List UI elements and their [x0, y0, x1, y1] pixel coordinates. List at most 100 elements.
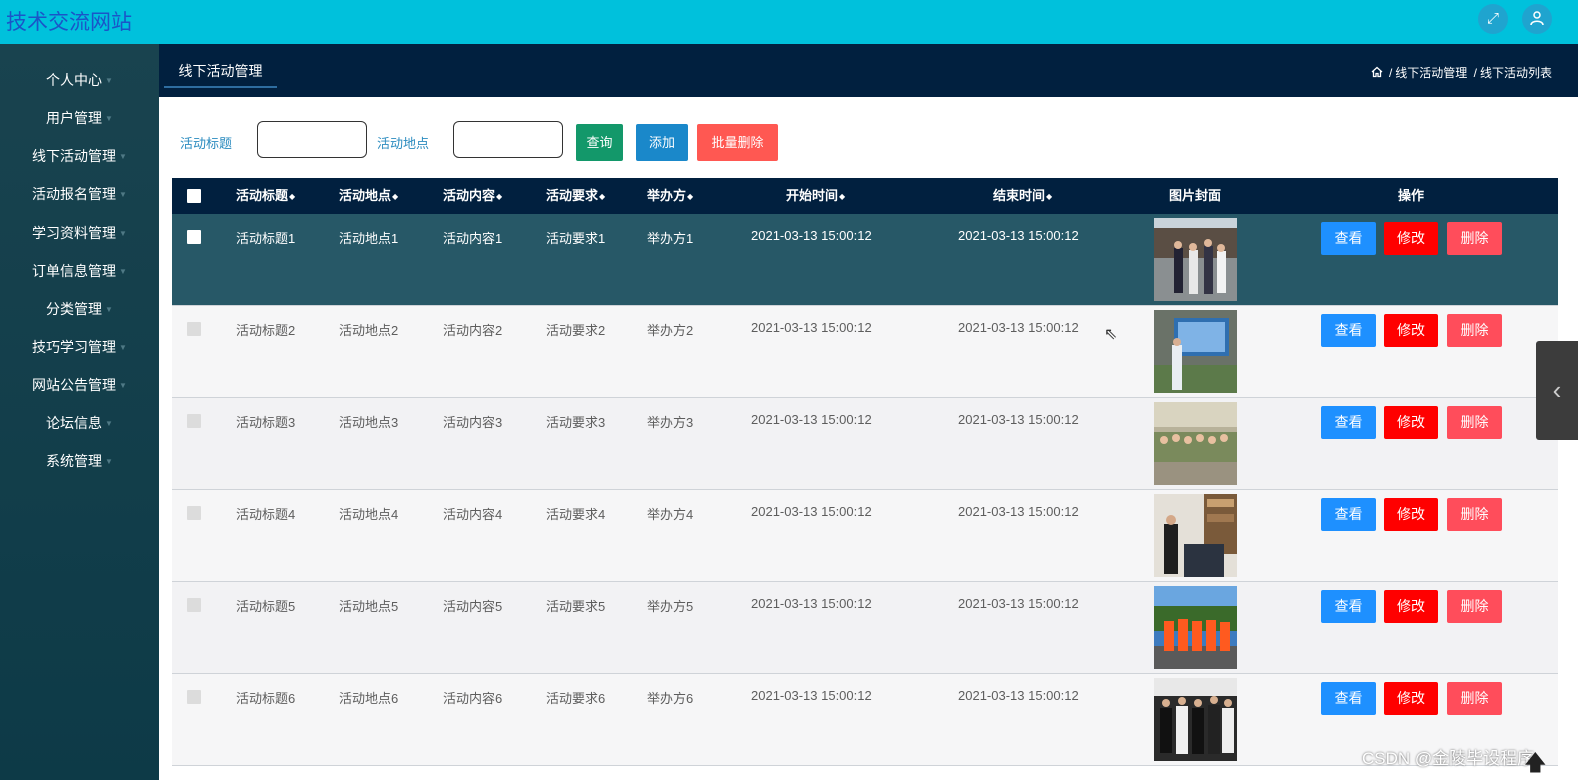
- sidebar-item-category[interactable]: 分类管理 ▼: [0, 290, 159, 328]
- sidebar-item-activity-signup[interactable]: 活动报名管理 ▼: [0, 175, 159, 213]
- query-button[interactable]: 查询: [576, 124, 623, 161]
- top-bar: 技术交流网站 ⤢: [0, 0, 1578, 44]
- column-header-requirement[interactable]: 活动要求◆: [546, 178, 605, 214]
- sort-icon[interactable]: ◆: [839, 192, 845, 201]
- sidebar-item-label: 订单信息管理: [32, 263, 117, 279]
- row-checkbox[interactable]: [187, 690, 201, 704]
- column-header-start-time[interactable]: 开始时间◆: [786, 178, 845, 214]
- mouse-cursor-icon: ⇖: [1104, 326, 1118, 343]
- batch-delete-button[interactable]: 批量删除: [697, 124, 778, 161]
- cell-start-time: 2021-03-13 15:00:12: [751, 596, 872, 611]
- table-row[interactable]: 活动标题1 活动地点1 活动内容1 活动要求1 举办方1 2021-03-13 …: [172, 214, 1558, 306]
- cell-content: 活动内容2: [443, 323, 503, 338]
- cell-title: 活动标题4: [236, 507, 296, 522]
- sidebar-item-announcements[interactable]: 网站公告管理 ▼: [0, 366, 159, 404]
- sub-nav-bar: 线下活动管理 / 线下活动管理 / 线下活动列表: [159, 44, 1578, 97]
- delete-button[interactable]: 删除: [1447, 590, 1502, 623]
- side-panel-toggle[interactable]: ‹: [1536, 341, 1578, 440]
- table-row[interactable]: 活动标题3 活动地点3 活动内容3 活动要求3 举办方3 2021-03-13 …: [172, 398, 1558, 490]
- view-button[interactable]: 查看: [1321, 314, 1376, 347]
- select-all-checkbox[interactable]: [187, 189, 201, 203]
- table-row[interactable]: 活动标题4 活动地点4 活动内容4 活动要求4 举办方4 2021-03-13 …: [172, 490, 1558, 582]
- sort-icon[interactable]: ◆: [496, 192, 502, 201]
- column-header-location[interactable]: 活动地点◆: [339, 178, 398, 214]
- user-icon[interactable]: [1522, 4, 1552, 34]
- edit-button[interactable]: 修改: [1384, 590, 1438, 623]
- sidebar-item-label: 分类管理: [46, 301, 103, 317]
- caret-down-icon: ▼: [119, 343, 127, 352]
- delete-button[interactable]: 删除: [1447, 498, 1502, 531]
- edit-button[interactable]: 修改: [1384, 222, 1438, 255]
- cell-location: 活动地点1: [339, 231, 399, 246]
- breadcrumb-item[interactable]: 线下活动管理: [1395, 66, 1467, 80]
- delete-button[interactable]: 删除: [1447, 222, 1502, 255]
- activity-location-input[interactable]: [453, 121, 563, 158]
- sidebar-item-user-management[interactable]: 用户管理 ▼: [0, 99, 159, 137]
- cell-requirement: 活动要求4: [546, 507, 606, 522]
- cell-start-time: 2021-03-13 15:00:12: [751, 504, 872, 519]
- back-to-top-icon[interactable]: 🡅: [1524, 746, 1547, 780]
- sort-icon[interactable]: ◆: [599, 192, 605, 201]
- edit-button[interactable]: 修改: [1384, 498, 1438, 531]
- table-row[interactable]: 活动标题6 活动地点6 活动内容6 活动要求6 举办方6 2021-03-13 …: [172, 674, 1558, 766]
- row-checkbox[interactable]: [187, 598, 201, 612]
- caret-down-icon: ▼: [105, 305, 113, 314]
- activity-title-input[interactable]: [257, 121, 367, 158]
- view-button[interactable]: 查看: [1321, 222, 1376, 255]
- add-button[interactable]: 添加: [636, 124, 688, 161]
- column-header-organizer[interactable]: 举办方◆: [647, 178, 693, 214]
- table-row[interactable]: 活动标题5 活动地点5 活动内容5 活动要求5 举办方5 2021-03-13 …: [172, 582, 1558, 674]
- breadcrumb: / 线下活动管理 / 线下活动列表: [1371, 64, 1552, 81]
- sidebar-item-personal-center[interactable]: 个人中心 ▼: [0, 61, 159, 99]
- cell-end-time: 2021-03-13 15:00:12: [958, 688, 1079, 703]
- breadcrumb-separator: /: [1388, 66, 1393, 80]
- sidebar-item-forum[interactable]: 论坛信息 ▼: [0, 404, 159, 442]
- row-checkbox[interactable]: [187, 506, 201, 520]
- column-header-end-time[interactable]: 结束时间◆: [993, 178, 1052, 214]
- sidebar-item-skills-learning[interactable]: 技巧学习管理 ▼: [0, 328, 159, 366]
- delete-button[interactable]: 删除: [1447, 682, 1502, 715]
- view-button[interactable]: 查看: [1321, 590, 1376, 623]
- sidebar-item-offline-activity[interactable]: 线下活动管理 ▼: [0, 137, 159, 175]
- sort-icon[interactable]: ◆: [687, 192, 693, 201]
- row-checkbox[interactable]: [187, 230, 201, 244]
- table-row[interactable]: 活动标题2 活动地点2 活动内容2 活动要求2 举办方2 2021-03-13 …: [172, 306, 1558, 398]
- caret-down-icon: ▼: [105, 457, 113, 466]
- watermark: CSDN @金陵毕设程序: [1362, 749, 1535, 768]
- breadcrumb-item: 线下活动列表: [1479, 66, 1552, 80]
- row-checkbox[interactable]: [187, 322, 201, 336]
- sidebar-item-study-materials[interactable]: 学习资料管理 ▼: [0, 214, 159, 252]
- sidebar-item-label: 系统管理: [46, 453, 103, 469]
- view-button[interactable]: 查看: [1321, 498, 1376, 531]
- tab-offline-activity[interactable]: 线下活动管理: [164, 44, 277, 88]
- cell-location: 活动地点3: [339, 415, 399, 430]
- home-icon[interactable]: [1371, 66, 1386, 80]
- sidebar-item-system[interactable]: 系统管理 ▼: [0, 442, 159, 480]
- cover-image: [1154, 402, 1237, 485]
- sidebar-item-label: 技巧学习管理: [32, 339, 117, 355]
- row-checkbox[interactable]: [187, 414, 201, 428]
- sort-icon[interactable]: ◆: [289, 192, 295, 201]
- cell-end-time: 2021-03-13 15:00:12: [958, 504, 1079, 519]
- site-title: 技术交流网站: [6, 11, 132, 34]
- edit-button[interactable]: 修改: [1384, 314, 1438, 347]
- sort-icon[interactable]: ◆: [392, 192, 398, 201]
- edit-button[interactable]: 修改: [1384, 682, 1438, 715]
- view-button[interactable]: 查看: [1321, 682, 1376, 715]
- sort-icon[interactable]: ◆: [1046, 192, 1052, 201]
- cell-organizer: 举办方1: [647, 231, 694, 246]
- sidebar-item-order-info[interactable]: 订单信息管理 ▼: [0, 252, 159, 290]
- cell-organizer: 举办方2: [647, 323, 694, 338]
- sidebar-item-label: 论坛信息: [46, 415, 103, 431]
- edit-button[interactable]: 修改: [1384, 406, 1438, 439]
- column-header-title[interactable]: 活动标题◆: [236, 178, 295, 214]
- fullscreen-icon[interactable]: ⤢: [1478, 4, 1508, 34]
- delete-button[interactable]: 删除: [1447, 314, 1502, 347]
- delete-button[interactable]: 删除: [1447, 406, 1502, 439]
- cell-organizer: 举办方5: [647, 599, 694, 614]
- cell-content: 活动内容4: [443, 507, 503, 522]
- view-button[interactable]: 查看: [1321, 406, 1376, 439]
- cell-content: 活动内容5: [443, 599, 503, 614]
- caret-down-icon: ▼: [119, 152, 127, 161]
- column-header-content[interactable]: 活动内容◆: [443, 178, 502, 214]
